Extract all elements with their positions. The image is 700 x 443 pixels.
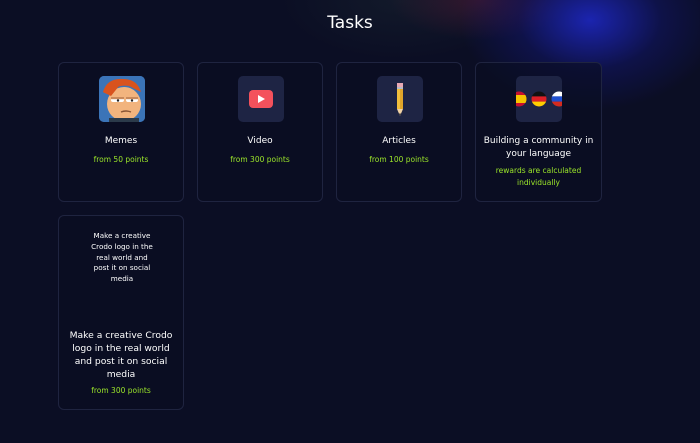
task-points: from 100 points [369,155,429,164]
task-title: Articles [382,136,416,146]
task-title: Video [247,136,273,146]
task-card-memes[interactable]: Memes from 50 points [58,62,184,202]
task-points: rewards are calculated individually [495,166,582,187]
youtube-play-icon [238,76,284,122]
task-title: Building a community in your language [483,136,594,159]
task-card-articles[interactable]: Articles from 100 points [336,62,462,202]
task-points: from 300 points [230,155,290,164]
task-points: from 50 points [93,155,149,164]
task-card-community[interactable]: Building a community in your language re… [475,62,602,202]
task-card-video[interactable]: Video from 300 points [197,62,323,202]
tasks-page: Tasks Memes from 50 points Video from 30… [0,0,700,443]
task-title: Memes [104,136,138,146]
task-card-crodo-logo[interactable]: Make a creative Crodo logo in the real w… [58,215,184,410]
task-image-placeholder: Make a creative Crodo logo in the real w… [91,231,153,284]
task-title: Make a creative Crodo logo in the real w… [69,330,173,380]
task-points: from 300 points [91,386,151,395]
pencil-icon [377,76,423,122]
language-flags-icon [516,76,562,122]
page-title: Tasks [327,13,373,33]
meme-face-icon [99,76,145,122]
